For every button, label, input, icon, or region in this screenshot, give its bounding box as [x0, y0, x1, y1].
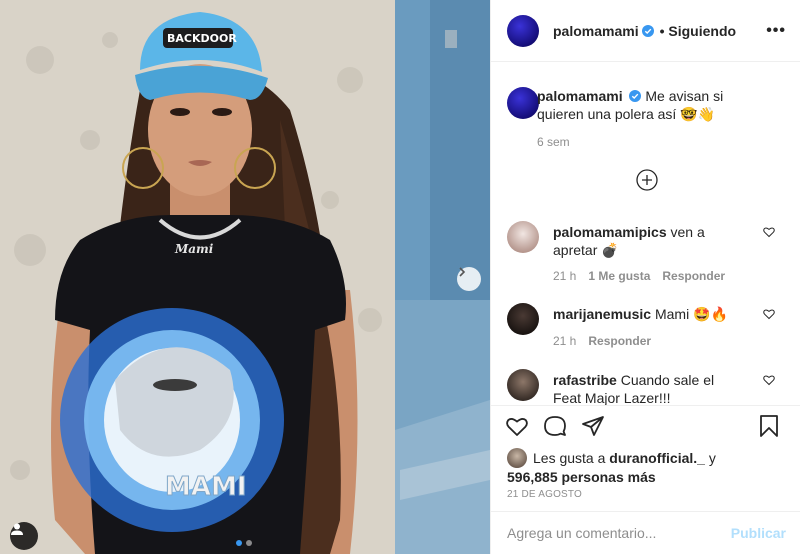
post-image: MAMI Mami BACKDOOR [0, 0, 490, 554]
comments-list[interactable]: palomamami Me avisan si quieren una pole… [491, 63, 800, 405]
caption-text-block: palomamami Me avisan si quieren una pole… [537, 87, 763, 123]
likes-summary: Les gusta a duranofficial._ y 596,885 pe… [507, 448, 716, 486]
comment-username[interactable]: marijanemusic [553, 306, 651, 322]
comment-username[interactable]: rafastribe [553, 372, 617, 388]
avatar[interactable] [507, 303, 539, 335]
caption-username[interactable]: palomamami [537, 88, 623, 104]
verified-badge-icon [641, 24, 654, 37]
cap-logo-text: BACKDOOR [167, 32, 237, 45]
next-photo-button[interactable] [457, 267, 481, 291]
post-actions: Les gusta a duranofficial._ y 596,885 pe… [491, 405, 800, 511]
liker-username[interactable]: duranofficial._ [609, 450, 705, 466]
reply-button[interactable]: Responder [588, 334, 651, 348]
add-comment-bar: Publicar [491, 511, 800, 554]
share-icon[interactable] [581, 414, 605, 438]
comment-meta: 21 h Responder [553, 334, 651, 348]
like-comment-icon[interactable] [763, 226, 775, 238]
likes-joiner: y [708, 450, 716, 466]
post-header: palomamami • Siguiendo ••• [491, 0, 800, 62]
comment-username[interactable]: palomamamipics [553, 224, 667, 240]
carousel-dot [246, 540, 252, 546]
following-text: Siguiendo [668, 22, 737, 39]
avatar[interactable] [507, 14, 539, 47]
caption-time: 6 sem [537, 135, 570, 149]
like-comment-icon[interactable] [763, 308, 775, 320]
load-more-comments-icon[interactable] [636, 169, 658, 191]
comment-likes[interactable]: 1 Me gusta [588, 269, 650, 283]
heart-icon[interactable] [505, 414, 529, 438]
verified-badge-icon [629, 90, 642, 102]
avatar[interactable] [507, 87, 539, 119]
comment-text-block: palomamamipics ven a apretar 💣 [553, 223, 743, 259]
avatar[interactable] [507, 221, 539, 253]
following-label[interactable]: • Siguiendo [660, 23, 736, 39]
necklace-text: Mami [174, 242, 214, 256]
comment-text-block: rafastribe Cuando sale el Feat Major Laz… [553, 371, 743, 405]
reply-button[interactable]: Responder [662, 269, 725, 283]
header-username[interactable]: palomamami [553, 23, 639, 39]
separator-dot: • [659, 22, 665, 39]
like-comment-icon[interactable] [763, 374, 775, 386]
comment-input[interactable] [507, 525, 731, 541]
comment-time: 21 h [553, 269, 577, 283]
likes-count[interactable]: 596,885 personas más [507, 469, 656, 485]
more-options-button[interactable]: ••• [766, 22, 786, 40]
comment-meta: 21 h 1 Me gusta Responder [553, 269, 725, 283]
post-sidebar: palomamami • Siguiendo ••• palomamami Me… [490, 0, 800, 554]
post-photo[interactable]: MAMI Mami BACKDOOR [0, 0, 490, 554]
user-icon [11, 523, 23, 535]
shirt-text: MAMI [165, 472, 247, 502]
comment-text-block: marijanemusic Mami 🤩🔥 [553, 305, 743, 323]
post-date[interactable]: 21 DE AGOSTO [507, 489, 582, 500]
post-comment-button[interactable]: Publicar [731, 525, 786, 541]
carousel-dot [236, 540, 242, 546]
comment-icon[interactable] [543, 414, 567, 438]
tagged-users-button[interactable] [10, 522, 38, 550]
comment-text: Mami 🤩🔥 [654, 306, 728, 322]
liker-avatar[interactable] [507, 448, 527, 468]
chevron-right-icon [459, 267, 466, 277]
likes-prefix: Les gusta a [533, 450, 606, 466]
avatar[interactable] [507, 369, 539, 401]
bookmark-icon[interactable] [757, 414, 781, 438]
action-icons [503, 414, 793, 440]
comment-time: 21 h [553, 334, 577, 348]
carousel-indicator [236, 540, 252, 546]
